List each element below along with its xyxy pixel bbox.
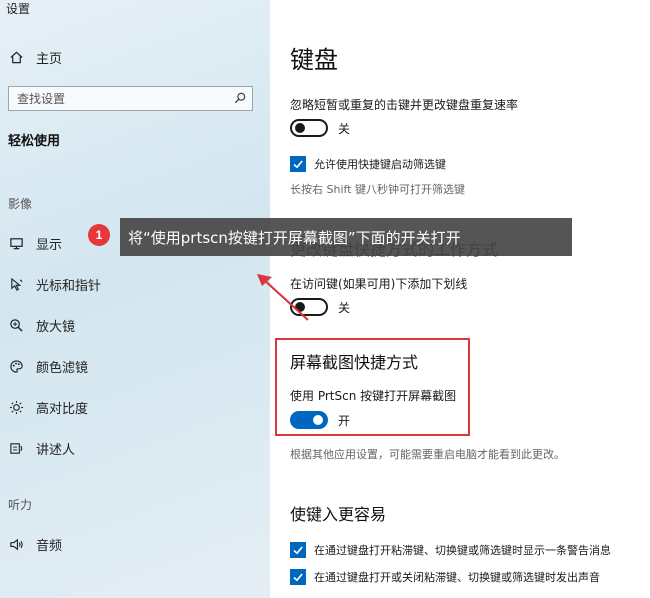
speaker-icon: [8, 537, 24, 553]
warning-message-label: 在通过键盘打开粘滞键、切换键或筛选键时显示一条警告消息: [314, 544, 611, 557]
sidebar-item-label: 颜色滤镜: [36, 361, 89, 376]
page-title: 键盘: [290, 46, 338, 74]
sidebar-item-label: 音频: [36, 539, 63, 554]
sidebar-item-display[interactable]: 显示: [8, 234, 62, 253]
sidebar-item-label: 讲述人: [36, 443, 76, 458]
sidebar-item-magnifier[interactable]: 放大镜: [8, 316, 75, 335]
restart-hint: 根据其他应用设置，可能需要重启电脑才能看到此更改。: [290, 448, 565, 461]
allow-shortcut-label: 允许使用快捷键启动筛选键: [314, 158, 446, 171]
sidebar-item-high-contrast[interactable]: 高对比度: [8, 398, 88, 417]
search-input[interactable]: [17, 91, 217, 106]
sidebar-item-label: 显示: [36, 238, 63, 253]
sound-checkbox[interactable]: 在通过键盘打开或关闭粘滞键、切换键或筛选键时发出声音: [290, 569, 600, 585]
home-icon: [8, 50, 24, 66]
monitor-icon: [8, 236, 24, 252]
sound-label: 在通过键盘打开或关闭粘滞键、切换键或筛选键时发出声音: [314, 571, 600, 584]
palette-icon: [8, 359, 24, 375]
sidebar-item-audio[interactable]: 音频: [8, 535, 62, 554]
nav-home[interactable]: 主页: [8, 48, 62, 67]
group-label-hearing: 听力: [8, 498, 33, 512]
filter-keys-state: 关: [338, 122, 351, 136]
group-label-vision: 影像: [8, 197, 33, 211]
sidebar-item-color-filters[interactable]: 颜色滤镜: [8, 357, 88, 376]
sidebar-item-cursor[interactable]: 光标和指针: [8, 275, 101, 294]
sun-icon: [8, 400, 24, 416]
filter-keys-toggle[interactable]: [290, 119, 328, 137]
narrator-icon: [8, 441, 24, 457]
sidebar: 设置 主页 轻松使用 影像 显示 光标和指针 放大镜 颜: [0, 0, 270, 598]
pointer-icon: [8, 277, 24, 293]
sidebar-item-narrator[interactable]: 讲述人: [8, 439, 75, 458]
allow-shortcut-checkbox[interactable]: 允许使用快捷键启动筛选键: [290, 156, 446, 172]
step-badge: 1: [88, 224, 110, 246]
magnifier-icon: [8, 318, 24, 334]
highlight-box: [275, 338, 470, 436]
sidebar-item-label: 光标和指针: [36, 279, 102, 294]
instruction-callout: 将“使用prtscn按键打开屏幕截图”下面的开关打开: [120, 218, 572, 256]
app-title: 设置: [6, 2, 31, 16]
checkmark-icon: [290, 156, 306, 172]
section-title: 轻松使用: [8, 134, 61, 149]
filter-keys-label: 忽略短暂或重复的击键并更改键盘重复速率: [290, 98, 519, 112]
search-icon[interactable]: [234, 89, 246, 108]
search-box[interactable]: [8, 86, 253, 111]
underline-keys-state: 关: [338, 301, 351, 315]
pointer-arrow-icon: [257, 274, 309, 321]
sidebar-item-label: 放大镜: [36, 320, 76, 335]
sidebar-item-label: 高对比度: [36, 402, 89, 417]
main-panel: 键盘 忽略短暂或重复的击键并更改键盘重复速率 关 允许使用快捷键启动筛选键 长按…: [270, 0, 650, 598]
toggle-knob: [295, 123, 305, 133]
warning-message-checkbox[interactable]: 在通过键盘打开粘滞键、切换键或筛选键时显示一条警告消息: [290, 542, 611, 558]
checkmark-icon: [290, 569, 306, 585]
checkmark-icon: [290, 542, 306, 558]
nav-home-label: 主页: [36, 52, 63, 67]
instruction-text: 将“使用prtscn按键打开屏幕截图”下面的开关打开: [128, 228, 461, 247]
allow-shortcut-hint: 长按右 Shift 键八秒钟可打开筛选键: [290, 183, 465, 196]
typing-easier-heading: 使键入更容易: [290, 505, 387, 524]
